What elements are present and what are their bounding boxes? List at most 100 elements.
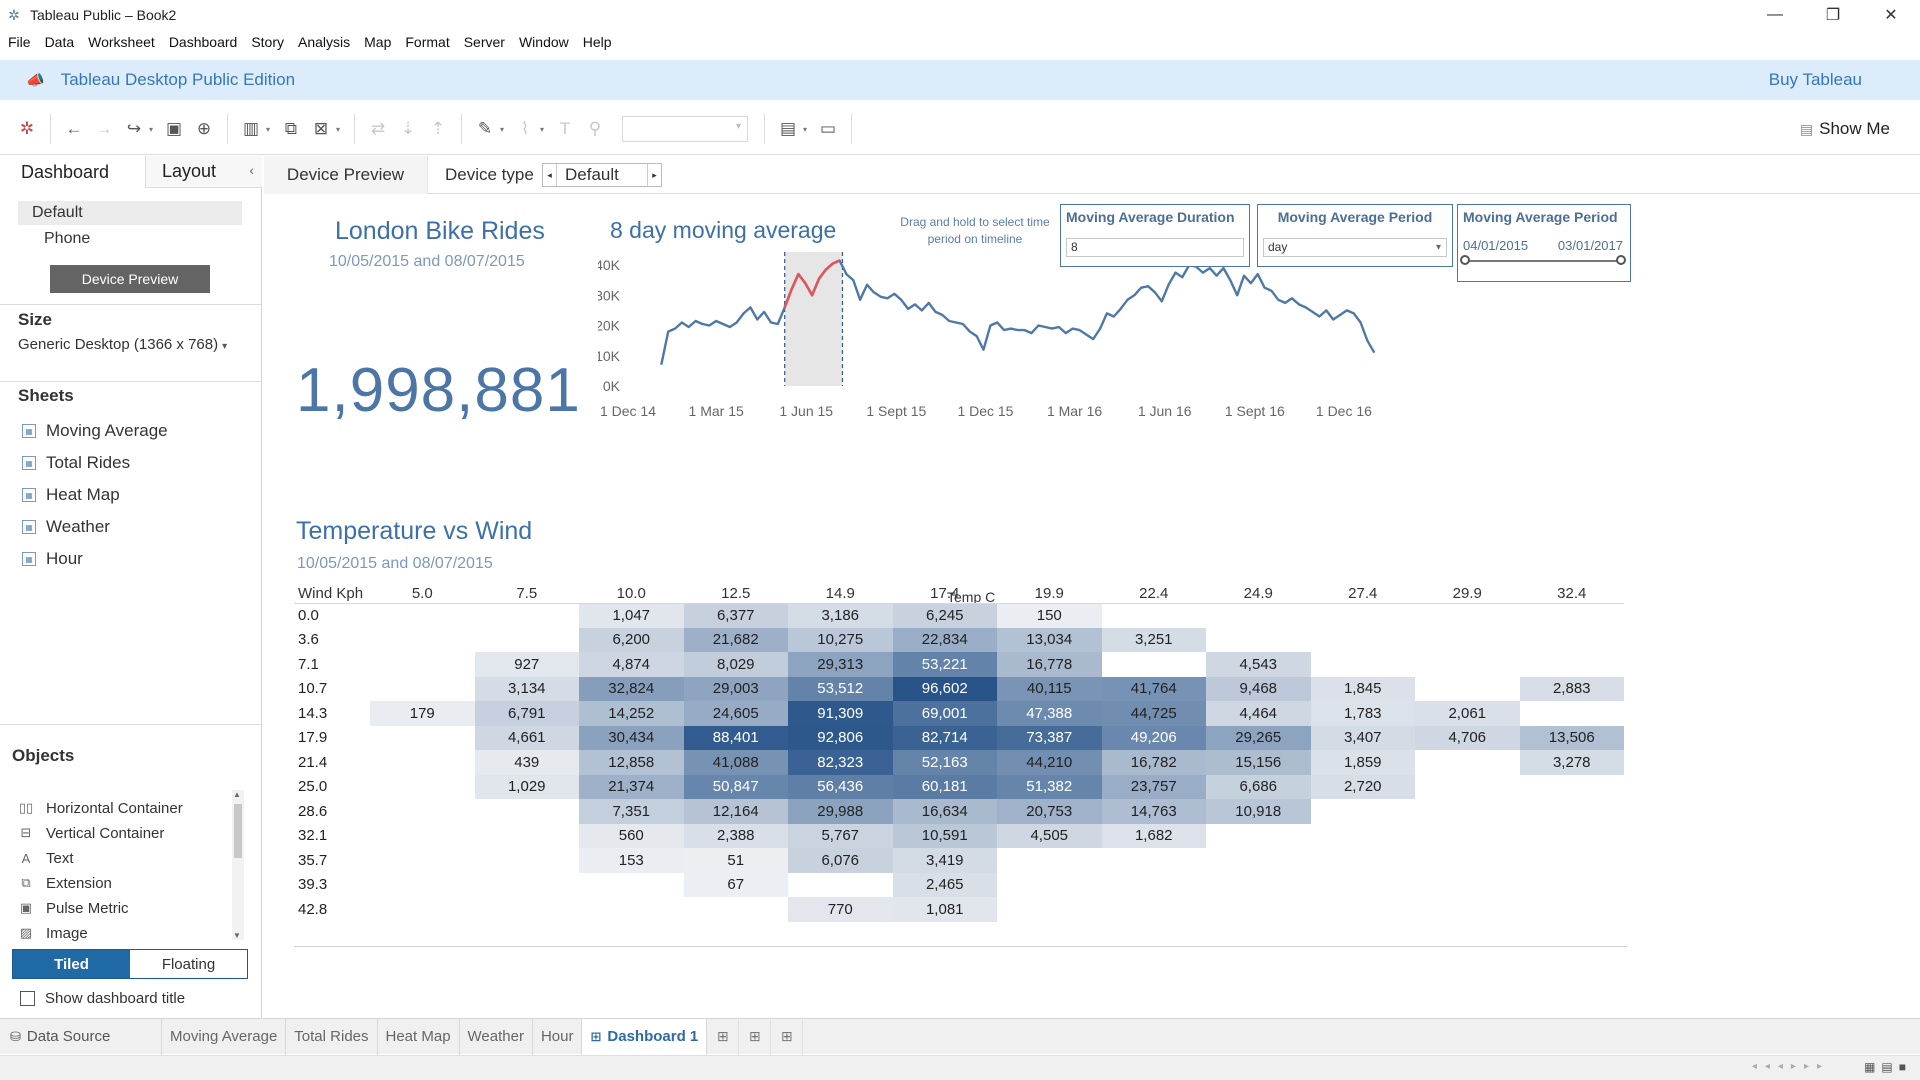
heatmap-cell[interactable]: 7,351: [579, 799, 684, 824]
heatmap-cell[interactable]: 44,210: [997, 750, 1102, 775]
tab-data-source[interactable]: ⛁ Data Source: [0, 1018, 162, 1055]
duration-input[interactable]: 8: [1066, 238, 1244, 257]
objects-scrollbar[interactable]: ▲ ▼: [232, 790, 244, 940]
object-extension[interactable]: ⧉ Extension: [16, 872, 112, 894]
heatmap-cell[interactable]: 40,115: [997, 676, 1102, 701]
heatmap-cell[interactable]: [1520, 603, 1625, 628]
range-slider[interactable]: [1460, 255, 1626, 265]
temperature-wind-heatmap[interactable]: Wind Kph 5.0 7.5 10.0 12.5 14.9 17.4 19.9 22.4 2…: [294, 585, 1624, 922]
heatmap-cell[interactable]: 3,407: [1310, 725, 1415, 750]
heatmap-cell[interactable]: 41,764: [1101, 676, 1206, 701]
menu-worksheet[interactable]: Worksheet: [81, 34, 162, 50]
replay-dropdown-icon[interactable]: ▾: [149, 125, 159, 134]
heatmap-cell[interactable]: 52,163: [892, 750, 997, 775]
highlight-dropdown-icon[interactable]: ▾: [500, 125, 510, 134]
heatmap-cell[interactable]: [1311, 628, 1416, 653]
sheet-item-heat-map[interactable]: ▦ Heat Map: [22, 483, 120, 507]
heatmap-cell[interactable]: [1415, 750, 1520, 775]
tab-layout[interactable]: Layout ‹: [145, 156, 262, 188]
new-worksheet-tab-icon[interactable]: ⊞: [707, 1018, 740, 1055]
heatmap-cell[interactable]: [1206, 848, 1311, 873]
tiled-button[interactable]: Tiled: [13, 950, 130, 978]
heatmap-cell[interactable]: 4,543: [1206, 652, 1311, 677]
menu-dashboard[interactable]: Dashboard: [162, 34, 245, 50]
object-text[interactable]: A Text: [16, 847, 74, 869]
heatmap-cell[interactable]: [1311, 873, 1416, 898]
heatmap-cell[interactable]: [1415, 848, 1520, 873]
heatmap-cell[interactable]: 12,164: [683, 799, 788, 824]
heatmap-cell[interactable]: 82,323: [788, 750, 893, 775]
heatmap-cell[interactable]: 47,388: [997, 701, 1102, 726]
heatmap-cell[interactable]: 30,434: [579, 725, 684, 750]
heatmap-cell[interactable]: 10,918: [1206, 799, 1311, 824]
device-phone[interactable]: Phone: [18, 227, 242, 251]
heatmap-cell[interactable]: 6,200: [579, 627, 684, 652]
sheet-item-total-rides[interactable]: ▦ Total Rides: [22, 451, 130, 475]
heatmap-cell[interactable]: [370, 873, 475, 898]
heatmap-cell[interactable]: 6,076: [788, 848, 893, 873]
heatmap-cell[interactable]: [1520, 897, 1625, 922]
labels-icon[interactable]: T: [550, 114, 580, 144]
heatmap-cell[interactable]: 2,883: [1519, 676, 1624, 701]
heatmap-cell[interactable]: 3,134: [474, 676, 579, 701]
heatmap-cell[interactable]: [1415, 799, 1520, 824]
device-default[interactable]: Default: [18, 201, 242, 225]
menu-server[interactable]: Server: [457, 34, 512, 50]
range-slider-end-handle[interactable]: [1616, 255, 1626, 265]
heatmap-cell[interactable]: 56,436: [788, 774, 893, 799]
new-worksheet-dropdown-icon[interactable]: ▾: [266, 125, 276, 134]
heatmap-cell[interactable]: 10,591: [892, 823, 997, 848]
heatmap-cell[interactable]: [579, 873, 684, 898]
heatmap-cell[interactable]: 6,377: [683, 603, 788, 628]
heatmap-cell[interactable]: [1102, 848, 1207, 873]
heatmap-cell[interactable]: 3,251: [1101, 627, 1206, 652]
heatmap-cell[interactable]: [1520, 799, 1625, 824]
heatmap-cell[interactable]: 13,506: [1519, 725, 1624, 750]
heatmap-cell[interactable]: [370, 750, 475, 775]
heatmap-cell[interactable]: [1311, 897, 1416, 922]
heatmap-cell[interactable]: [475, 824, 580, 849]
heatmap-cell[interactable]: 41,088: [683, 750, 788, 775]
heatmap-cell[interactable]: 16,782: [1101, 750, 1206, 775]
tab-dashboard[interactable]: Dashboard: [0, 156, 145, 188]
heatmap-cell[interactable]: 32,824: [579, 676, 684, 701]
object-vertical-container[interactable]: ⊟ Vertical Container: [16, 822, 165, 844]
heatmap-cell[interactable]: 29,265: [1206, 725, 1311, 750]
heatmap-cell[interactable]: [370, 775, 475, 800]
heatmap-cell[interactable]: [1206, 603, 1311, 628]
heatmap-cell[interactable]: 29,003: [683, 676, 788, 701]
heatmap-cell[interactable]: [997, 897, 1102, 922]
view-mode-icons[interactable]: ▦▤■: [1864, 1060, 1912, 1074]
sort-ascending-icon[interactable]: ⇣: [393, 114, 423, 144]
heatmap-cell[interactable]: [1102, 603, 1207, 628]
heatmap-cell[interactable]: 22,834: [892, 627, 997, 652]
buy-tableau-link[interactable]: Buy Tableau: [1769, 70, 1862, 90]
heatmap-cell[interactable]: 1,047: [579, 603, 684, 628]
heatmap-cell[interactable]: 88,401: [683, 725, 788, 750]
tab-weather[interactable]: Weather: [460, 1018, 533, 1055]
heatmap-cell[interactable]: 1,859: [1310, 750, 1415, 775]
tab-dashboard-1[interactable]: ⊞ Dashboard 1: [582, 1018, 708, 1055]
heatmap-cell[interactable]: [1415, 873, 1520, 898]
pin-icon[interactable]: ⚲: [580, 114, 610, 144]
heatmap-cell[interactable]: 67: [683, 872, 788, 897]
heatmap-cell[interactable]: [370, 652, 475, 677]
heatmap-cell[interactable]: 12,858: [579, 750, 684, 775]
menu-file[interactable]: File: [0, 34, 38, 50]
heatmap-cell[interactable]: [1206, 873, 1311, 898]
heatmap-cell[interactable]: 6,791: [474, 701, 579, 726]
heatmap-cell[interactable]: 4,661: [474, 725, 579, 750]
heatmap-cell[interactable]: [1415, 824, 1520, 849]
heatmap-cell[interactable]: [1415, 628, 1520, 653]
tab-total-rides[interactable]: Total Rides: [286, 1018, 378, 1055]
sort-descending-icon[interactable]: ⇡: [423, 114, 453, 144]
heatmap-cell[interactable]: 44,725: [1101, 701, 1206, 726]
heatmap-cell[interactable]: [1520, 652, 1625, 677]
heatmap-cell[interactable]: 4,464: [1206, 701, 1311, 726]
heatmap-cell[interactable]: 1,029: [474, 774, 579, 799]
heatmap-cell[interactable]: 24,605: [683, 701, 788, 726]
heatmap-cell[interactable]: 2,388: [683, 823, 788, 848]
heatmap-cell[interactable]: [1415, 677, 1520, 702]
heatmap-cell[interactable]: 2,720: [1310, 774, 1415, 799]
heatmap-cell[interactable]: 20,753: [997, 799, 1102, 824]
